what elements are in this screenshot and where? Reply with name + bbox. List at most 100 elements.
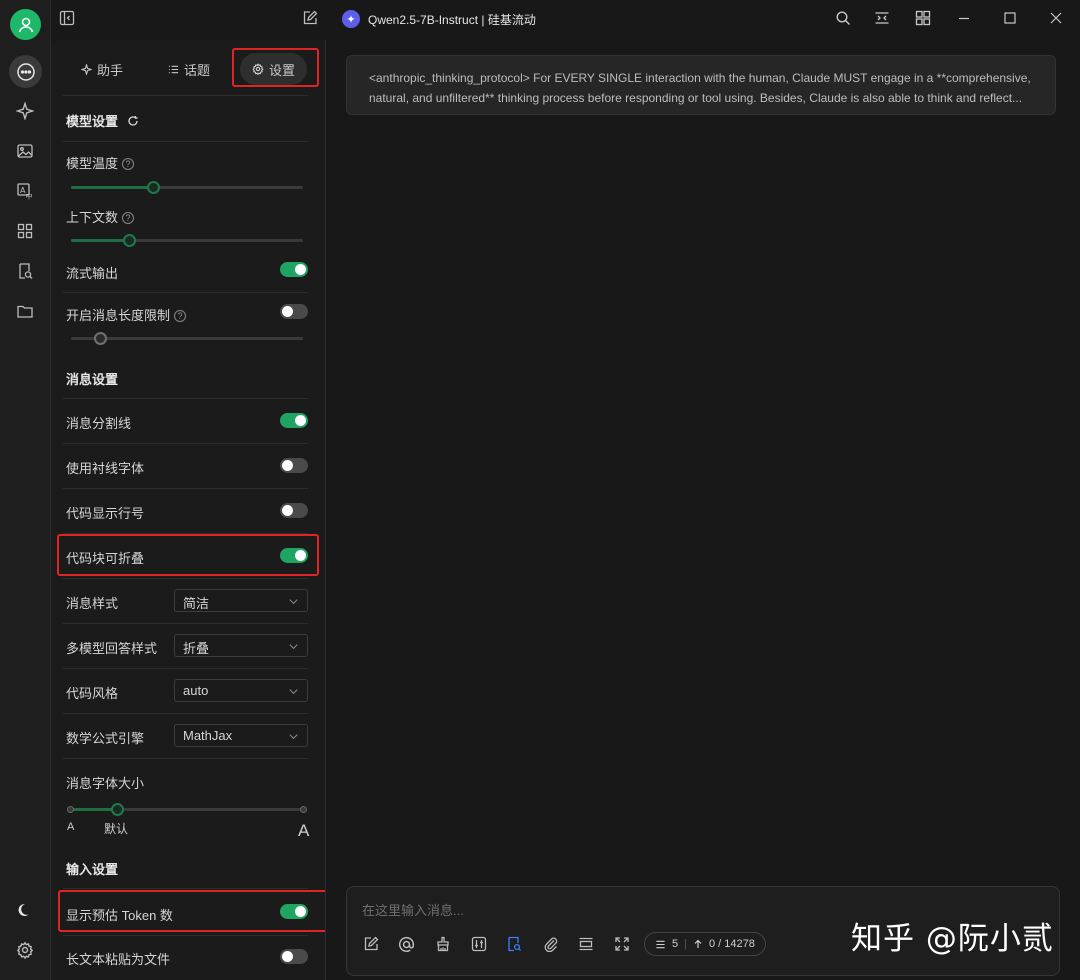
message-style-select[interactable]: 简洁 bbox=[174, 589, 308, 612]
model-settings-title-text: 模型设置 bbox=[66, 114, 119, 129]
token-counter-pill[interactable]: 5 | 0 / 14278 bbox=[644, 932, 766, 956]
new-chat-icon[interactable] bbox=[302, 10, 318, 29]
sparkle-icon[interactable] bbox=[11, 97, 39, 125]
layout-grid-icon[interactable] bbox=[915, 10, 931, 29]
panel-tabs: 助手 话题 设置 bbox=[51, 48, 325, 88]
multi-model-select[interactable]: 折叠 bbox=[174, 634, 308, 657]
message-input-placeholder: 在这里输入消息... bbox=[362, 903, 464, 918]
knowledge-search-icon[interactable] bbox=[11, 257, 39, 285]
temperature-label: 模型温度? bbox=[66, 153, 135, 172]
divider bbox=[63, 713, 308, 714]
length-limit-toggle[interactable] bbox=[280, 304, 308, 319]
search-icon[interactable] bbox=[835, 10, 851, 29]
translate-icon[interactable]: A中 bbox=[11, 177, 39, 205]
minimize-icon[interactable] bbox=[957, 10, 971, 29]
window-title-text: Qwen2.5-7B-Instruct | 硅基流动 bbox=[368, 12, 536, 27]
token-count-toggle[interactable] bbox=[280, 904, 308, 919]
code-style-label: 代码风格 bbox=[66, 686, 119, 701]
message-style-value: 简洁 bbox=[183, 596, 210, 611]
tab-assistant-label: 助手 bbox=[97, 62, 124, 78]
tab-topics-label: 话题 bbox=[184, 62, 211, 78]
help-icon[interactable]: ? bbox=[122, 158, 135, 170]
mention-icon[interactable] bbox=[396, 934, 416, 954]
divider bbox=[63, 623, 308, 624]
divider bbox=[63, 758, 308, 759]
divider bbox=[63, 292, 308, 293]
message-settings-title: 消息设置 bbox=[66, 372, 119, 387]
multi-model-value: 折叠 bbox=[183, 641, 210, 656]
params-sliders-icon[interactable] bbox=[469, 934, 489, 954]
font-size-slider-thumb[interactable] bbox=[111, 803, 124, 816]
line-numbers-toggle[interactable] bbox=[280, 503, 308, 518]
stream-output-toggle[interactable] bbox=[280, 262, 308, 277]
paste-as-file-toggle[interactable] bbox=[280, 949, 308, 964]
close-icon[interactable] bbox=[1049, 10, 1063, 29]
folder-icon[interactable] bbox=[11, 297, 39, 325]
context-count: 5 bbox=[672, 938, 679, 950]
context-slider[interactable] bbox=[71, 234, 303, 247]
sidebar-header bbox=[51, 0, 326, 40]
font-size-small-label: A bbox=[67, 821, 75, 833]
length-limit-slider[interactable] bbox=[71, 332, 303, 345]
collapsible-code-toggle[interactable] bbox=[280, 548, 308, 563]
length-limit-slider-thumb[interactable] bbox=[94, 332, 107, 345]
context-slider-thumb[interactable] bbox=[123, 234, 136, 247]
system-prompt-card[interactable]: <anthropic_thinking_protocol> For EVERY … bbox=[346, 55, 1056, 115]
chat-icon[interactable] bbox=[9, 55, 42, 88]
font-size-large-label: A bbox=[298, 821, 310, 840]
font-size-slider[interactable] bbox=[67, 803, 307, 816]
user-avatar-icon[interactable] bbox=[10, 9, 41, 40]
divider-line-label: 消息分割线 bbox=[66, 416, 132, 431]
settings-gear-icon[interactable] bbox=[11, 936, 39, 964]
toggle-sidebar-icon[interactable] bbox=[59, 10, 75, 29]
stream-output-label: 流式输出 bbox=[66, 266, 119, 281]
tab-topics[interactable]: 话题 bbox=[168, 53, 210, 85]
chat-area: <anthropic_thinking_protocol> For EVERY … bbox=[326, 40, 1080, 980]
arrow-up-icon bbox=[694, 939, 702, 948]
font-size-label: 消息字体大小 bbox=[66, 776, 145, 791]
temperature-slider-fill bbox=[71, 186, 153, 189]
temperature-slider[interactable] bbox=[71, 181, 303, 194]
clear-broom-icon[interactable] bbox=[433, 934, 453, 954]
system-prompt-text: <anthropic_thinking_protocol> For EVERY … bbox=[369, 71, 1031, 105]
math-engine-select[interactable]: MathJax bbox=[174, 724, 308, 747]
attachment-icon[interactable] bbox=[541, 934, 561, 954]
fullscreen-icon[interactable] bbox=[612, 934, 632, 954]
length-limit-label-text: 开启消息长度限制 bbox=[66, 308, 171, 323]
maximize-icon[interactable] bbox=[1003, 10, 1017, 29]
code-style-value: auto bbox=[183, 683, 209, 698]
sparkle-icon bbox=[81, 63, 92, 75]
chevron-down-icon bbox=[288, 595, 299, 610]
divider bbox=[63, 398, 308, 399]
expand-input-icon[interactable] bbox=[576, 934, 596, 954]
tab-assistant[interactable]: 助手 bbox=[81, 53, 123, 85]
serif-font-toggle[interactable] bbox=[280, 458, 308, 473]
tab-settings[interactable]: 设置 bbox=[240, 53, 308, 85]
moon-icon[interactable] bbox=[11, 896, 39, 924]
help-icon[interactable]: ? bbox=[174, 310, 187, 322]
icon-rail: A中 bbox=[0, 0, 51, 980]
pill-separator: | bbox=[684, 938, 687, 950]
divider bbox=[63, 888, 308, 889]
font-size-default-label: 默认 bbox=[104, 822, 129, 836]
multi-model-label: 多模型回答样式 bbox=[66, 641, 158, 656]
list-icon bbox=[168, 65, 179, 73]
new-topic-icon[interactable] bbox=[361, 934, 381, 954]
chevron-down-icon bbox=[288, 640, 299, 655]
knowledge-base-icon[interactable] bbox=[504, 934, 524, 954]
apps-grid-icon[interactable] bbox=[11, 217, 39, 245]
window-title: ✦ Qwen2.5-7B-Instruct | 硅基流动 bbox=[342, 10, 536, 28]
reset-icon[interactable] bbox=[127, 115, 139, 127]
code-style-select[interactable]: auto bbox=[174, 679, 308, 702]
temperature-slider-thumb[interactable] bbox=[147, 181, 160, 194]
narrow-mode-icon[interactable] bbox=[874, 10, 890, 29]
zhihu-watermark: 知乎 @阮小贰 bbox=[851, 921, 1054, 957]
divider bbox=[63, 443, 308, 444]
help-icon[interactable]: ? bbox=[122, 212, 135, 224]
divider-line-toggle[interactable] bbox=[280, 413, 308, 428]
divider bbox=[63, 95, 308, 96]
slider-tick-dot bbox=[300, 806, 307, 813]
temperature-label-text: 模型温度 bbox=[66, 156, 119, 171]
message-style-label: 消息样式 bbox=[66, 596, 119, 611]
image-icon[interactable] bbox=[11, 137, 39, 165]
